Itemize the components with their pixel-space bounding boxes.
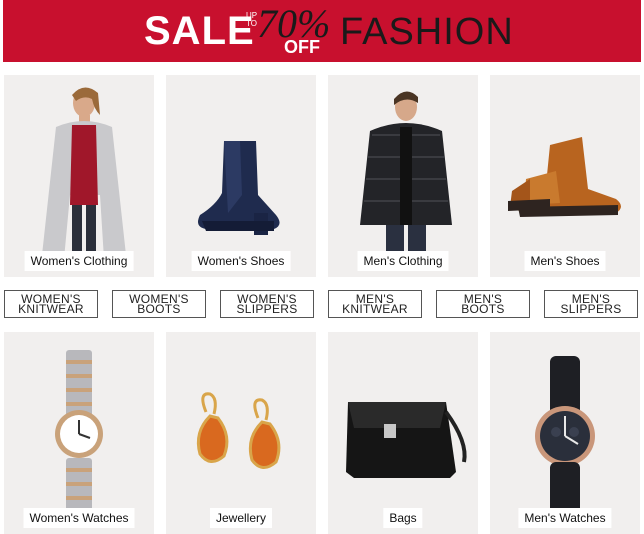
sale-banner[interactable]: SALE UP TO 70% OFF FASHION (3, 0, 641, 62)
category-tile-mens-clothing[interactable]: Men's Clothing (328, 75, 478, 277)
earrings-image (196, 392, 281, 469)
womens-watch-image (55, 350, 103, 518)
category-tile-mens-watches[interactable]: Men's Watches (490, 332, 640, 534)
category-tile-womens-clothing[interactable]: Women's Clothing (4, 75, 154, 277)
tile-label: Women's Clothing (24, 251, 134, 271)
subcategory-line2: BOOTS (461, 302, 505, 316)
subcategory-line2: SLIPPERS (560, 302, 622, 316)
banner-fashion-text: FASHION (340, 11, 514, 53)
subcategory-mens-knitwear-button[interactable]: MEN'S KNITWEAR (328, 290, 422, 318)
category-tile-bags[interactable]: Bags (328, 332, 478, 534)
subcategory-mens-boots-button[interactable]: MEN'S BOOTS (436, 290, 530, 318)
subcategory-womens-knitwear-button[interactable]: WOMEN'S KNITWEAR (4, 290, 98, 318)
tile-label: Women's Watches (23, 508, 135, 528)
category-tile-womens-shoes[interactable]: Women's Shoes (166, 75, 316, 277)
category-tile-mens-shoes[interactable]: Men's Shoes (490, 75, 640, 277)
tile-label: Men's Shoes (524, 251, 606, 271)
tile-label: Bags (383, 508, 423, 528)
subcategory-womens-boots-button[interactable]: WOMEN'S BOOTS (112, 290, 206, 318)
subcategory-womens-slippers-button[interactable]: WOMEN'S SLIPPERS (220, 290, 314, 318)
category-tile-womens-watches[interactable]: Women's Watches (4, 332, 154, 534)
handbag-image (346, 402, 467, 478)
category-tile-jewellery[interactable]: Jewellery (166, 332, 316, 534)
banner-sale-text: SALE (144, 9, 255, 53)
subcategory-line2: KNITWEAR (342, 302, 408, 316)
mens-watch-image (535, 356, 595, 522)
ankle-boot-image (198, 141, 280, 235)
subcategory-line2: BOOTS (137, 302, 181, 316)
tile-label: Men's Watches (518, 508, 612, 528)
banner-off-text: OFF (284, 37, 320, 57)
subcategory-line2: KNITWEAR (18, 302, 84, 316)
mens-jacket-image (360, 91, 452, 269)
subcategory-mens-slippers-button[interactable]: MEN'S SLIPPERS (544, 290, 638, 318)
womens-coat-image (42, 87, 126, 260)
tile-label: Jewellery (209, 508, 273, 528)
mens-boots-image (508, 137, 621, 217)
tile-label: Men's Clothing (357, 251, 449, 271)
subcategory-line2: SLIPPERS (236, 302, 298, 316)
tile-label: Women's Shoes (191, 251, 291, 271)
